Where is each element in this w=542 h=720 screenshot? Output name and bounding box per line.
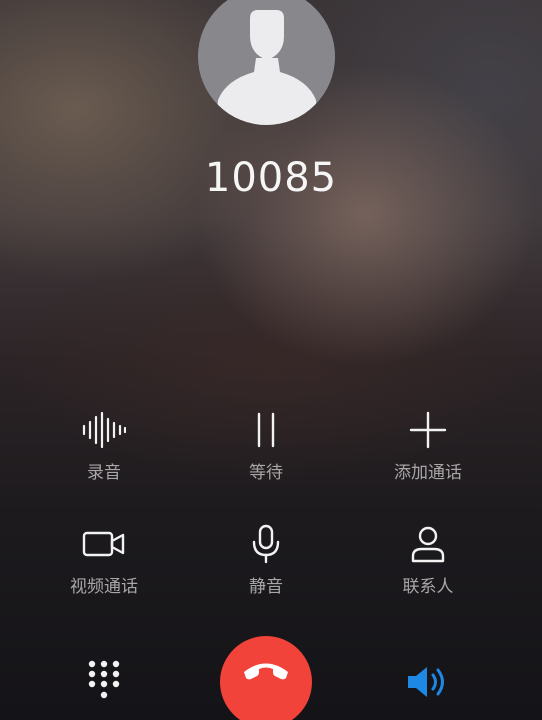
person-icon bbox=[358, 524, 498, 564]
speaker-icon bbox=[408, 667, 444, 697]
hold-label: 等待 bbox=[249, 463, 283, 483]
add-call-label: 添加通话 bbox=[394, 463, 462, 483]
video-call-label: 视频通话 bbox=[70, 577, 138, 597]
hold-button[interactable]: 等待 bbox=[196, 410, 336, 483]
plus-icon bbox=[358, 410, 498, 450]
contacts-label: 联系人 bbox=[402, 577, 454, 597]
caller-number: 10085 bbox=[204, 155, 338, 201]
mute-label: 静音 bbox=[249, 577, 283, 597]
microphone-icon bbox=[196, 524, 336, 564]
video-call-button[interactable]: 视频通话 bbox=[34, 524, 174, 597]
contacts-button[interactable]: 联系人 bbox=[358, 524, 498, 597]
video-camera-icon bbox=[34, 524, 174, 564]
record-button[interactable]: 录音 bbox=[34, 410, 174, 483]
hang-up-button[interactable] bbox=[220, 636, 312, 720]
record-label: 录音 bbox=[87, 463, 121, 483]
dialpad-icon bbox=[88, 660, 120, 699]
pause-icon bbox=[196, 410, 336, 450]
add-call-button[interactable]: 添加通话 bbox=[358, 410, 498, 483]
waveform-icon bbox=[34, 410, 174, 450]
dialpad-button[interactable] bbox=[80, 656, 128, 704]
mute-button[interactable]: 静音 bbox=[196, 524, 336, 597]
speaker-button[interactable] bbox=[402, 660, 454, 704]
phone-hangup-icon bbox=[244, 663, 288, 680]
